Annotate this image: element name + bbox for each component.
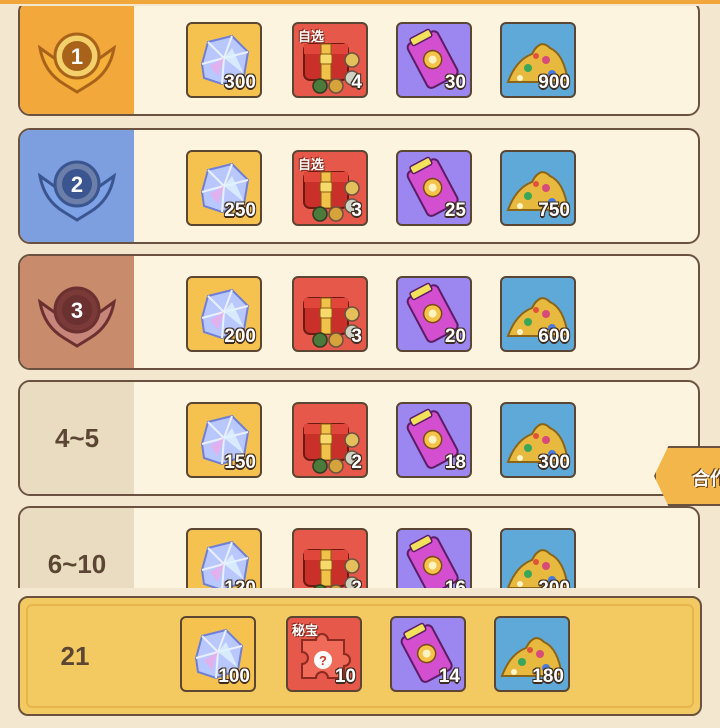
reward-item-chest[interactable]: 3	[292, 276, 368, 352]
rank-row: 1 300 自选 4 30 900	[18, 6, 700, 116]
reward-quantity: 200	[538, 578, 570, 588]
rank-row: 3 200 3 20 600	[18, 254, 700, 370]
reward-item-card-pack[interactable]: 30	[396, 22, 472, 98]
reward-tag: 自选	[298, 157, 325, 172]
reward-quantity: 10	[334, 666, 356, 687]
reward-item-crystal[interactable]: 250	[186, 150, 262, 226]
side-tab-label: 合作	[692, 469, 720, 489]
reward-tag: 自选	[298, 29, 325, 44]
reward-quantity: 180	[532, 666, 564, 687]
my-reward-item-puzzle-piece[interactable]: ? 秘宝 10	[286, 616, 362, 692]
top-accent-line	[0, 0, 720, 4]
reward-quantity: 600	[538, 326, 570, 347]
reward-item-gold-pile[interactable]: 900	[500, 22, 576, 98]
reward-quantity: 120	[224, 578, 256, 588]
reward-item-card-pack[interactable]: 16	[396, 528, 472, 588]
rank-label: 6~10	[47, 548, 107, 579]
reward-item-crystal[interactable]: 120	[186, 528, 262, 588]
reward-item-card-pack[interactable]: 25	[396, 150, 472, 226]
reward-quantity: 300	[538, 452, 570, 473]
reward-list[interactable]: 1 300 自选 4 30 900 2 250 自选 3 25 750 3 20…	[18, 6, 702, 588]
my-reward-item-crystal[interactable]: 100	[180, 616, 256, 692]
rank-row: 2 250 自选 3 25 750	[18, 128, 700, 244]
svg-text:?: ?	[319, 653, 327, 668]
my-rank-row: 21 100 ? 秘宝 10 14 180	[18, 596, 702, 716]
rank-cell: 4~5	[20, 382, 134, 494]
reward-quantity: 900	[538, 72, 570, 93]
reward-item-card-pack[interactable]: 20	[396, 276, 472, 352]
my-reward-item-gold-pile[interactable]: 180	[494, 616, 570, 692]
reward-quantity: 30	[444, 72, 466, 93]
medal-number: 2	[70, 172, 84, 197]
reward-item-crystal[interactable]: 300	[186, 22, 262, 98]
reward-item-chest[interactable]: 自选 3	[292, 150, 368, 226]
reward-item-card-pack[interactable]: 18	[396, 402, 472, 478]
reward-item-gold-pile[interactable]: 600	[500, 276, 576, 352]
reward-item-chest[interactable]: 2	[292, 402, 368, 478]
rank-cell: 3	[20, 256, 134, 368]
reward-quantity: 2	[351, 578, 362, 588]
my-rank-label: 21	[60, 640, 90, 671]
rank-cell: 2	[20, 130, 134, 242]
rank-label: 4~5	[54, 422, 100, 453]
reward-item-gold-pile[interactable]: 300	[500, 402, 576, 478]
rank-row: 6~10 120 2 16 200	[18, 506, 700, 588]
reward-item-crystal[interactable]: 150	[186, 402, 262, 478]
reward-quantity: 20	[444, 326, 466, 347]
reward-quantity: 250	[224, 200, 256, 221]
reward-quantity: 750	[538, 200, 570, 221]
reward-item-chest[interactable]: 2	[292, 528, 368, 588]
reward-quantity: 2	[351, 452, 362, 473]
reward-quantity: 300	[224, 72, 256, 93]
reward-quantity: 3	[351, 200, 362, 221]
medal-number: 1	[70, 44, 84, 69]
medal-number: 3	[70, 298, 84, 323]
reward-quantity: 100	[218, 666, 250, 687]
reward-tag: 秘宝	[292, 623, 319, 638]
my-reward-item-card-pack[interactable]: 14	[390, 616, 466, 692]
reward-item-crystal[interactable]: 200	[186, 276, 262, 352]
reward-quantity: 150	[224, 452, 256, 473]
rank-row: 4~5 150 2 18 300	[18, 380, 700, 496]
rank-cell: 1	[20, 6, 134, 114]
reward-item-chest[interactable]: 自选 4	[292, 22, 368, 98]
reward-quantity: 4	[351, 72, 362, 93]
reward-item-gold-pile[interactable]: 200	[500, 528, 576, 588]
reward-quantity: 18	[444, 452, 466, 473]
reward-quantity: 14	[438, 666, 460, 687]
reward-item-gold-pile[interactable]: 750	[500, 150, 576, 226]
reward-quantity: 25	[444, 200, 466, 221]
rank-cell: 6~10	[20, 508, 134, 588]
reward-quantity: 16	[445, 578, 466, 588]
reward-quantity: 200	[224, 326, 256, 347]
reward-quantity: 3	[351, 326, 362, 347]
